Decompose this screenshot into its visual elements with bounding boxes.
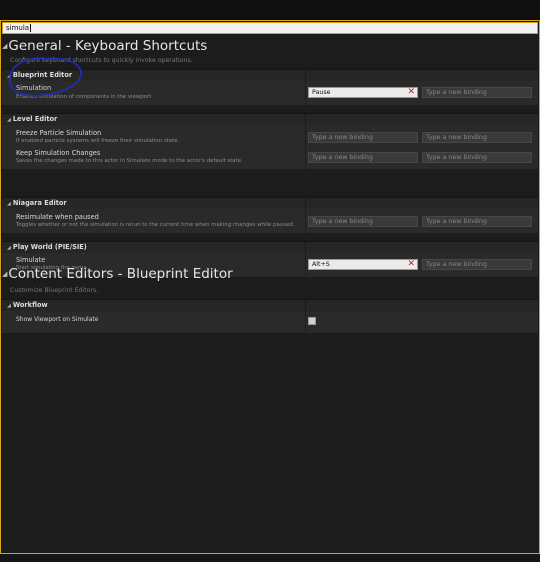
section-play-world[interactable]: ◢ Play World (PIE/SIE) [2,241,538,253]
section-label: Level Editor [12,115,58,123]
search-value: simula [6,24,30,32]
binding-secondary-input[interactable]: Type a new binding [422,259,532,270]
binding-primary-input[interactable]: Alt+S ✕ [308,259,418,270]
category-description: Configure keyboard shortcuts to quickly … [10,57,193,64]
binding-placeholder: Type a new binding [426,89,487,96]
column-divider [305,242,306,253]
setting-row-show-viewport: Show Viewport on Simulate [2,311,538,333]
settings-content: ◢General - Keyboard Shortcuts Configure … [2,35,538,553]
shortcut-description: Enables simulation of components in the … [16,94,152,100]
column-divider [305,125,306,169]
triangle-down-icon: ◢ [7,245,11,251]
binding-primary-input[interactable]: Type a new binding [308,132,418,143]
binding-placeholder: Type a new binding [312,218,373,225]
shortcut-row-simulation: Simulation Enables simulation of compone… [2,81,538,105]
triangle-down-icon: ◢ [7,117,11,123]
shortcut-description: If enabled particle systems will freeze … [16,138,178,144]
category-title-text: Content Editors - Blueprint Editor [8,266,233,282]
close-icon[interactable]: ✕ [407,259,415,269]
binding-secondary-input[interactable]: Type a new binding [422,87,532,98]
section-label: Workflow [12,301,48,309]
shortcut-description: Toggles whether or not the simulation is… [16,222,295,228]
shortcut-row-resimulate: Resimulate when paused Toggles whether o… [2,209,538,233]
binding-secondary-input[interactable]: Type a new binding [422,152,532,163]
binding-placeholder: Type a new binding [312,134,373,141]
shortcut-name: Simulate [16,256,46,264]
binding-value: Pause [312,89,331,96]
binding-placeholder: Type a new binding [426,218,487,225]
binding-placeholder: Type a new binding [312,154,373,161]
category-title-keyboard-shortcuts[interactable]: ◢General - Keyboard Shortcuts [2,38,207,54]
column-divider [305,253,306,277]
column-divider [305,114,306,125]
column-divider [305,81,306,105]
column-divider [305,198,306,209]
section-label: Blueprint Editor [12,71,73,79]
section-workflow[interactable]: ◢ Workflow [2,299,538,311]
section-label: Play World (PIE/SIE) [12,243,87,251]
settings-panel: simula ◢General - Keyboard Shortcuts Con… [0,20,540,554]
triangle-down-icon: ◢ [7,73,11,79]
column-divider [305,311,306,333]
setting-name: Show Viewport on Simulate [16,316,99,323]
collapse-arrow-icon: ◢ [2,270,8,278]
section-level-editor[interactable]: ◢ Level Editor [2,113,538,125]
shortcut-name: Freeze Particle Simulation [16,129,102,137]
shortcut-name: Resimulate when paused [16,213,99,221]
binding-secondary-input[interactable]: Type a new binding [422,132,532,143]
section-blueprint-editor[interactable]: ◢ Blueprint Editor [2,69,538,81]
binding-primary-input[interactable]: Type a new binding [308,216,418,227]
binding-primary-input[interactable]: Type a new binding [308,152,418,163]
triangle-down-icon: ◢ [7,201,11,207]
binding-placeholder: Type a new binding [426,261,487,268]
close-icon[interactable]: ✕ [407,87,415,97]
collapse-arrow-icon: ◢ [2,42,8,50]
shortcut-description: Saves the changes made to this actor in … [16,158,243,164]
column-divider [305,300,306,311]
binding-primary-input[interactable]: Pause ✕ [308,87,418,98]
show-viewport-checkbox[interactable] [308,317,316,325]
shortcut-name: Simulation [16,84,52,92]
category-title-blueprint-editor[interactable]: ◢Content Editors - Blueprint Editor [2,266,233,282]
column-divider [305,209,306,233]
search-input[interactable]: simula [2,22,538,34]
section-niagara-editor[interactable]: ◢ Niagara Editor [2,197,538,209]
section-label: Niagara Editor [12,199,67,207]
triangle-down-icon: ◢ [7,303,11,309]
binding-placeholder: Type a new binding [426,154,487,161]
shortcut-name: Keep Simulation Changes [16,149,101,157]
text-caret [30,24,32,32]
binding-secondary-input[interactable]: Type a new binding [422,216,532,227]
category-title-text: General - Keyboard Shortcuts [8,38,208,54]
binding-value: Alt+S [312,261,330,268]
window-top-bar [0,0,540,20]
column-divider [305,70,306,81]
category-description: Customize Blueprint Editors. [10,287,99,294]
shortcut-group-level-editor: Freeze Particle Simulation If enabled pa… [2,125,538,169]
binding-placeholder: Type a new binding [426,134,487,141]
